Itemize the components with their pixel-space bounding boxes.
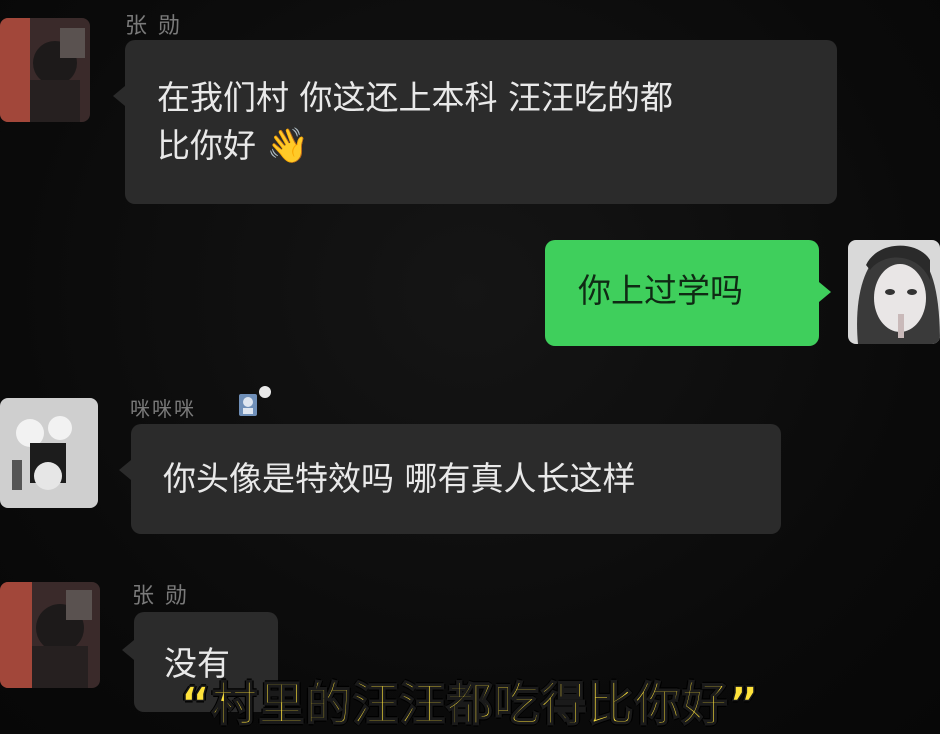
my-avatar[interactable] — [848, 240, 940, 344]
chat-screen: 张 勋 在我们村 你这还上本科 汪汪吃的都 比你好 👋 你上过学吗 咪咪咪 你头… — [0, 0, 940, 732]
avatar-image — [0, 18, 90, 122]
waving-hand-emoji: 👋 — [266, 126, 309, 166]
avatar[interactable] — [0, 398, 98, 508]
message-text: 在我们村 你这还上本科 汪汪吃的都 — [157, 78, 673, 117]
message-text-line: 比你好 👋 — [157, 122, 807, 170]
message-text: 比你好 — [157, 126, 256, 165]
sender-name: 咪咪咪 — [130, 397, 196, 421]
user-badge-icon — [235, 384, 275, 420]
avatar-image — [0, 398, 98, 508]
message-bubble-incoming[interactable]: 你头像是特效吗 哪有真人长这样 — [131, 424, 781, 534]
message-text: 你上过学吗 — [578, 271, 743, 310]
avatar[interactable] — [0, 18, 90, 122]
message-bubble-outgoing[interactable]: 你上过学吗 — [545, 240, 819, 346]
message-bubble-incoming[interactable]: 在我们村 你这还上本科 汪汪吃的都 比你好 👋 — [125, 40, 837, 204]
message-text: 你头像是特效吗 哪有真人长这样 — [163, 459, 636, 498]
bubble-tail — [819, 282, 831, 302]
sender-name: 张 勋 — [132, 584, 189, 609]
bubble-tail — [122, 640, 134, 660]
avatar-image — [848, 240, 940, 344]
bubble-tail — [119, 460, 131, 480]
video-caption: “村里的汪汪都吃得比你好” — [180, 676, 760, 732]
bubble-tail — [113, 86, 125, 106]
sender-name: 张 勋 — [125, 14, 182, 39]
